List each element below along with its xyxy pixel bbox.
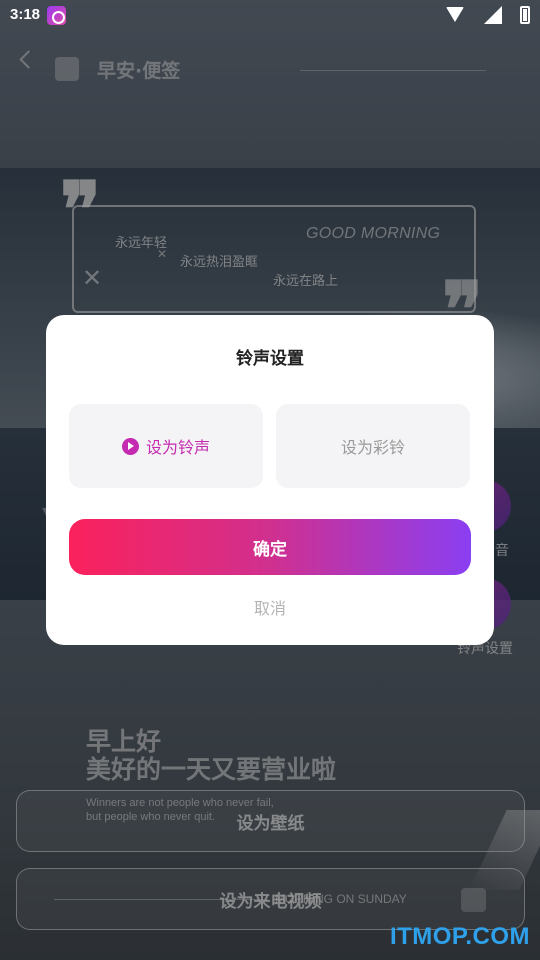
status-bar: 3:18 xyxy=(0,0,540,30)
set-ringtone-option[interactable]: 设为铃声 xyxy=(69,404,263,488)
site-watermark: ITMOP.COM xyxy=(389,923,530,950)
battery-icon xyxy=(520,6,530,24)
set-crbt-label: 设为彩铃 xyxy=(340,438,405,457)
play-icon xyxy=(121,437,139,455)
set-ringtone-label: 设为铃声 xyxy=(145,438,210,457)
cancel-button[interactable]: 取消 xyxy=(46,595,494,619)
ringtone-settings-dialog: 铃声设置 设为铃声 设为彩铃 确定 取消 xyxy=(46,315,494,645)
dialog-title: 铃声设置 xyxy=(236,349,304,369)
wifi-icon xyxy=(446,7,464,22)
app-notification-icon xyxy=(47,6,66,25)
confirm-button[interactable]: 确定 xyxy=(69,519,471,575)
status-time: 3:18 xyxy=(10,6,41,23)
set-crbt-option[interactable]: 设为彩铃 xyxy=(276,404,470,488)
signal-icon xyxy=(484,6,502,24)
